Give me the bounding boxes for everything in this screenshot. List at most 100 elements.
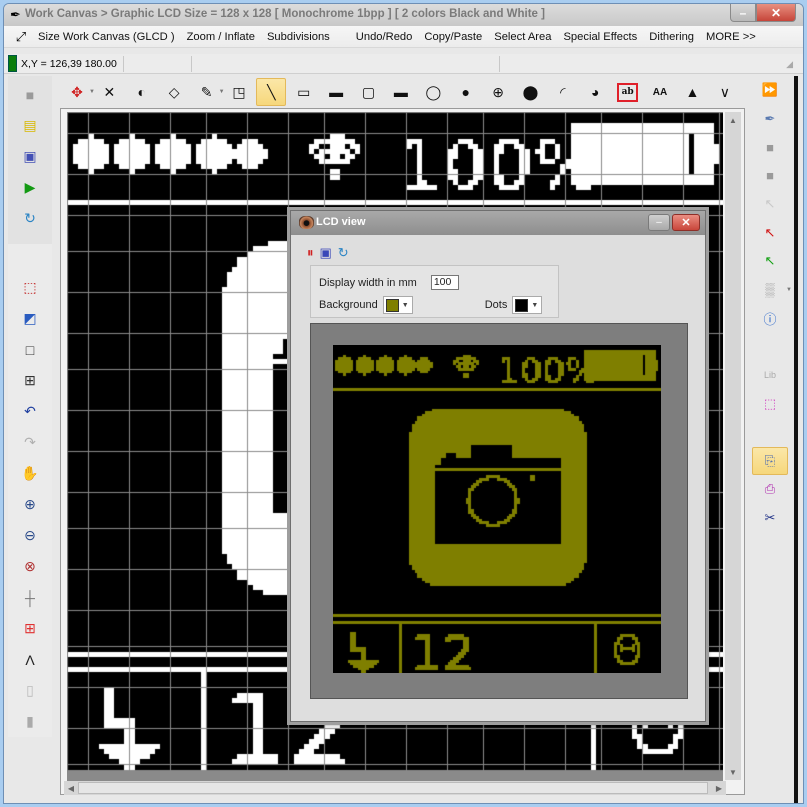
undo-icon: ↶ <box>24 403 36 419</box>
refresh-button[interactable]: ↻ <box>338 245 349 261</box>
checker-pattern-button[interactable]: ▒ ▼ <box>748 276 792 305</box>
new-page-icon: ▯ <box>26 682 34 698</box>
cursor-remove-green-button[interactable]: ↖ <box>748 247 792 276</box>
select-region-button[interactable]: ⬚ <box>748 390 792 419</box>
lcd-preview-frame <box>310 323 688 699</box>
red-grid-button[interactable]: ⊞ <box>8 613 52 644</box>
info-button[interactable]: ⓘ <box>748 304 792 333</box>
close-button[interactable]: ✕ <box>756 4 796 22</box>
rectangle-button[interactable]: ▭ <box>289 78 319 106</box>
lib-add-icon: Lib <box>763 370 776 381</box>
refresh-button[interactable]: ↻ <box>8 203 52 234</box>
scroll-left-icon[interactable]: ◀ <box>64 781 78 795</box>
circle-cross-icon: ⊕ <box>492 83 504 100</box>
filled-circle-cross-button[interactable]: ⬤ <box>515 78 545 106</box>
pen-app-icon: ✒ <box>10 7 21 22</box>
save-button[interactable]: ▣ <box>8 141 52 172</box>
resize-grip-icon[interactable]: ◢ <box>786 59 793 70</box>
menu-more[interactable]: MORE >> <box>700 31 762 43</box>
filled-ellipse-button[interactable]: ● <box>451 78 481 106</box>
filled-rectangle-button[interactable]: ▬ <box>321 78 351 106</box>
cut-button[interactable]: ✂ <box>748 504 792 533</box>
background-color-picker[interactable]: ▼ <box>382 296 413 314</box>
plugin-button[interactable]: ■ <box>8 79 52 110</box>
grid-on-button[interactable]: ⊞ <box>8 365 52 396</box>
filled-rounded-rectangle-icon: ▬ <box>393 84 408 100</box>
delete-button[interactable]: ✕ <box>94 78 124 106</box>
grid-off-button[interactable]: □ <box>8 334 52 365</box>
eyedropper-button[interactable]: ✒ <box>748 105 792 134</box>
import-button[interactable]: ◩ <box>8 303 52 334</box>
display-width-input[interactable]: 100 <box>430 275 459 290</box>
pie-button[interactable]: ◕ <box>580 78 610 106</box>
select-move-button[interactable]: ✥ ▼ <box>62 78 95 106</box>
cut-icon: ✂ <box>764 509 776 525</box>
lcd-view-minimize-button[interactable]: – <box>648 214 670 231</box>
cursor-disabled-button[interactable]: ↖ <box>748 190 792 219</box>
cursor-add-red-button[interactable]: ↖ <box>748 219 792 248</box>
compass-button[interactable]: Λ <box>8 644 52 675</box>
menu-dithering[interactable]: Dithering <box>643 31 700 43</box>
paste-button[interactable]: ⎙ <box>748 475 792 504</box>
rectangle-icon: ▭ <box>297 83 311 100</box>
menu-subdivisions[interactable]: Subdivisions <box>261 31 336 43</box>
triangle-button[interactable]: ▲ <box>677 78 707 106</box>
lcd-view-close-button[interactable]: ✕ <box>672 214 700 231</box>
copy-button[interactable]: ⎘ <box>752 446 788 475</box>
ellipse-button[interactable]: ◯ <box>418 78 448 106</box>
zoom-out-button[interactable]: ⊖ <box>8 520 52 551</box>
gray-square-icon-2: ■ <box>766 168 774 184</box>
rounded-rectangle-button[interactable]: ▢ <box>354 78 384 106</box>
zoom-in-button[interactable]: ⊕ <box>8 489 52 520</box>
pan-hand-button[interactable]: ✋ <box>8 458 52 489</box>
color-swap-button[interactable]: ◳ <box>224 78 254 106</box>
minimize-button[interactable]: – <box>730 4 756 22</box>
save-button[interactable]: ▣ <box>320 245 332 261</box>
title-bar: ✒ Work Canvas > Graphic LCD Size = 128 x… <box>4 4 803 26</box>
menu-special-effects[interactable]: Special Effects <box>557 31 643 43</box>
arc-button[interactable]: ◜ <box>548 78 578 106</box>
dots-color-picker[interactable]: ▼ <box>512 296 543 314</box>
menu-select-area[interactable]: Select Area <box>488 31 557 43</box>
window-divider <box>794 76 798 803</box>
fast-forward-button[interactable]: ⏩ <box>748 76 792 105</box>
font-size-button[interactable]: AA <box>645 78 675 106</box>
crosshair-icon: ┼ <box>25 589 35 606</box>
play-button[interactable]: ▶ <box>8 172 52 203</box>
triangle-icon: ▲ <box>685 84 700 100</box>
menu-zoom-inflate[interactable]: Zoom / Inflate <box>181 31 261 43</box>
text-tool-button[interactable]: ab <box>613 78 643 106</box>
gray-square-button[interactable]: ■ <box>748 162 792 191</box>
horizontal-scroll-thumb[interactable] <box>78 782 708 794</box>
vertical-scrollbar[interactable]: ▲ ▼ <box>725 112 741 780</box>
new-page-button[interactable]: ▯ <box>8 675 52 706</box>
pen-button[interactable]: ✎ ▼ <box>192 78 225 106</box>
eraser-button[interactable]: ◇ <box>159 78 189 106</box>
crosshair-button[interactable]: ┼ <box>8 582 52 613</box>
filled-rounded-rectangle-button[interactable]: ▬ <box>386 78 416 106</box>
line-button[interactable]: ╲ <box>256 78 287 106</box>
lib-add-button[interactable]: Lib <box>748 361 792 390</box>
chevron-down-icon[interactable]: ▼ <box>786 287 792 293</box>
flip-button[interactable]: ◐ <box>127 78 157 106</box>
polyline-button[interactable]: ∨ <box>710 78 740 106</box>
menu-size-work-canvas[interactable]: Size Work Canvas (GLCD ) <box>32 31 181 43</box>
scroll-up-icon[interactable]: ▲ <box>725 112 741 128</box>
page-button[interactable]: ▮ <box>8 706 52 737</box>
menu-copy-paste[interactable]: Copy/Paste <box>418 31 488 43</box>
open-folder-button[interactable]: ▤ <box>8 110 52 141</box>
horizontal-scrollbar[interactable]: ◀ ▶ <box>64 781 726 795</box>
zoom-reset-button[interactable]: ⊗ <box>8 551 52 582</box>
redo-button[interactable]: ↷ <box>8 427 52 458</box>
scroll-down-icon[interactable]: ▼ <box>725 764 741 780</box>
gray-square-button[interactable]: ■ <box>748 133 792 162</box>
pause-button[interactable]: ⏸ <box>307 245 314 261</box>
scroll-right-icon[interactable]: ▶ <box>712 781 726 795</box>
resize-arrows-icon[interactable]: ⤢ <box>10 29 32 45</box>
undo-button[interactable]: ↶ <box>8 396 52 427</box>
circle-cross-button[interactable]: ⊕ <box>483 78 513 106</box>
menu-undo-redo[interactable]: Undo/Redo <box>350 31 419 43</box>
resize-canvas-button[interactable]: ⬚ <box>8 272 52 303</box>
lcd-view-title-bar[interactable]: LCD view – ✕ <box>291 211 705 235</box>
